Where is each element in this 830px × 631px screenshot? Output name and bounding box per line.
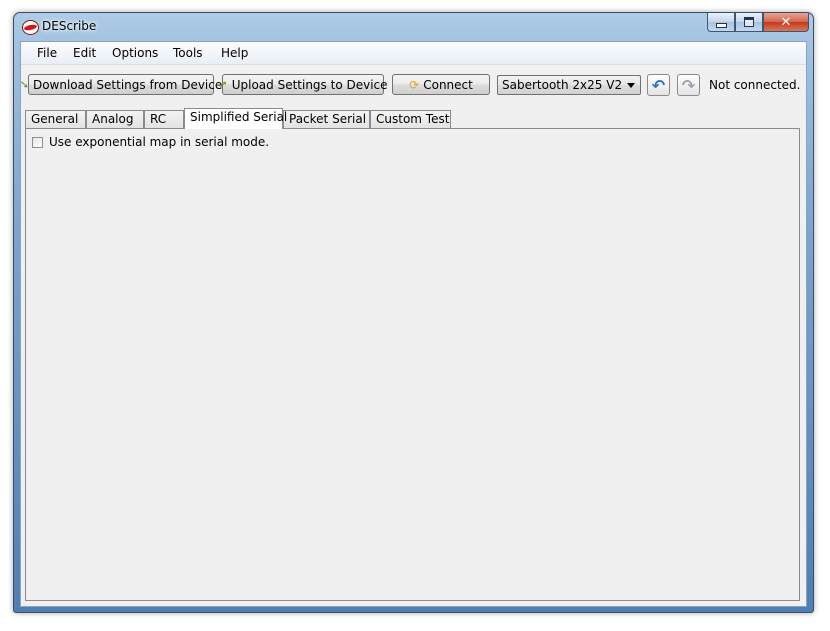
client-area: File Edit Options Tools Help ➘ Download …	[20, 41, 807, 607]
menu-help[interactable]: Help	[221, 46, 248, 60]
chevron-down-icon	[627, 83, 635, 88]
close-button[interactable]: ✕	[763, 13, 809, 32]
title-bar[interactable]: DEScribe ✕	[14, 13, 813, 41]
minimize-icon	[715, 22, 727, 28]
connect-label: Connect	[423, 77, 473, 92]
window-title: DEScribe	[42, 19, 97, 33]
tab-rc[interactable]: RC	[144, 110, 184, 128]
minimize-button[interactable]	[707, 13, 735, 32]
exponential-map-option[interactable]: Use exponential map in serial mode.	[32, 135, 269, 149]
upload-settings-label: Upload Settings to Device	[231, 77, 388, 92]
redo-arrow-icon: ↷	[681, 75, 696, 95]
menu-edit[interactable]: Edit	[73, 46, 96, 60]
app-logo-icon	[22, 20, 39, 35]
tab-custom-test[interactable]: Custom Test	[370, 110, 451, 128]
tab-simplified-serial[interactable]: Simplified Serial	[184, 108, 287, 129]
connection-status: Not connected.	[709, 78, 801, 92]
maximize-icon	[744, 17, 754, 27]
app-window: DEScribe ✕ File Edit Options Tools Help …	[13, 12, 814, 613]
tab-panel-simplified-serial: Use exponential map in serial mode.	[25, 128, 800, 601]
refresh-icon: ⟳	[409, 77, 420, 92]
exponential-map-label[interactable]: Use exponential map in serial mode.	[49, 135, 269, 149]
download-settings-button[interactable]: ➘ Download Settings from Device	[20, 74, 222, 95]
menu-bar: File Edit Options Tools Help	[21, 42, 806, 65]
undo-arrow-icon: ↶	[651, 75, 666, 95]
menu-options[interactable]: Options	[112, 46, 158, 60]
download-settings-label: Download Settings from Device	[32, 77, 223, 92]
exponential-map-checkbox[interactable]	[32, 136, 43, 148]
maximize-button[interactable]	[735, 13, 763, 32]
upload-arrow-icon: ➚	[218, 78, 228, 91]
upload-settings-button[interactable]: ➚ Upload Settings to Device	[218, 74, 388, 95]
caption-buttons: ✕	[707, 13, 809, 32]
close-icon: ✕	[780, 14, 792, 30]
device-select[interactable]: Sabertooth 2x25 V2	[497, 75, 641, 95]
connect-button[interactable]: ⟳ Connect	[392, 74, 490, 95]
menu-file[interactable]: File	[37, 46, 57, 60]
undo-button[interactable]: ↶	[647, 74, 670, 96]
menu-tools[interactable]: Tools	[173, 46, 203, 60]
tab-packet-serial[interactable]: Packet Serial	[283, 110, 370, 128]
download-arrow-icon: ➘	[19, 78, 29, 91]
tab-general[interactable]: General	[25, 110, 86, 128]
tab-analog[interactable]: Analog	[86, 110, 144, 128]
redo-button[interactable]: ↷	[677, 74, 700, 96]
device-select-value: Sabertooth 2x25 V2	[502, 78, 623, 92]
